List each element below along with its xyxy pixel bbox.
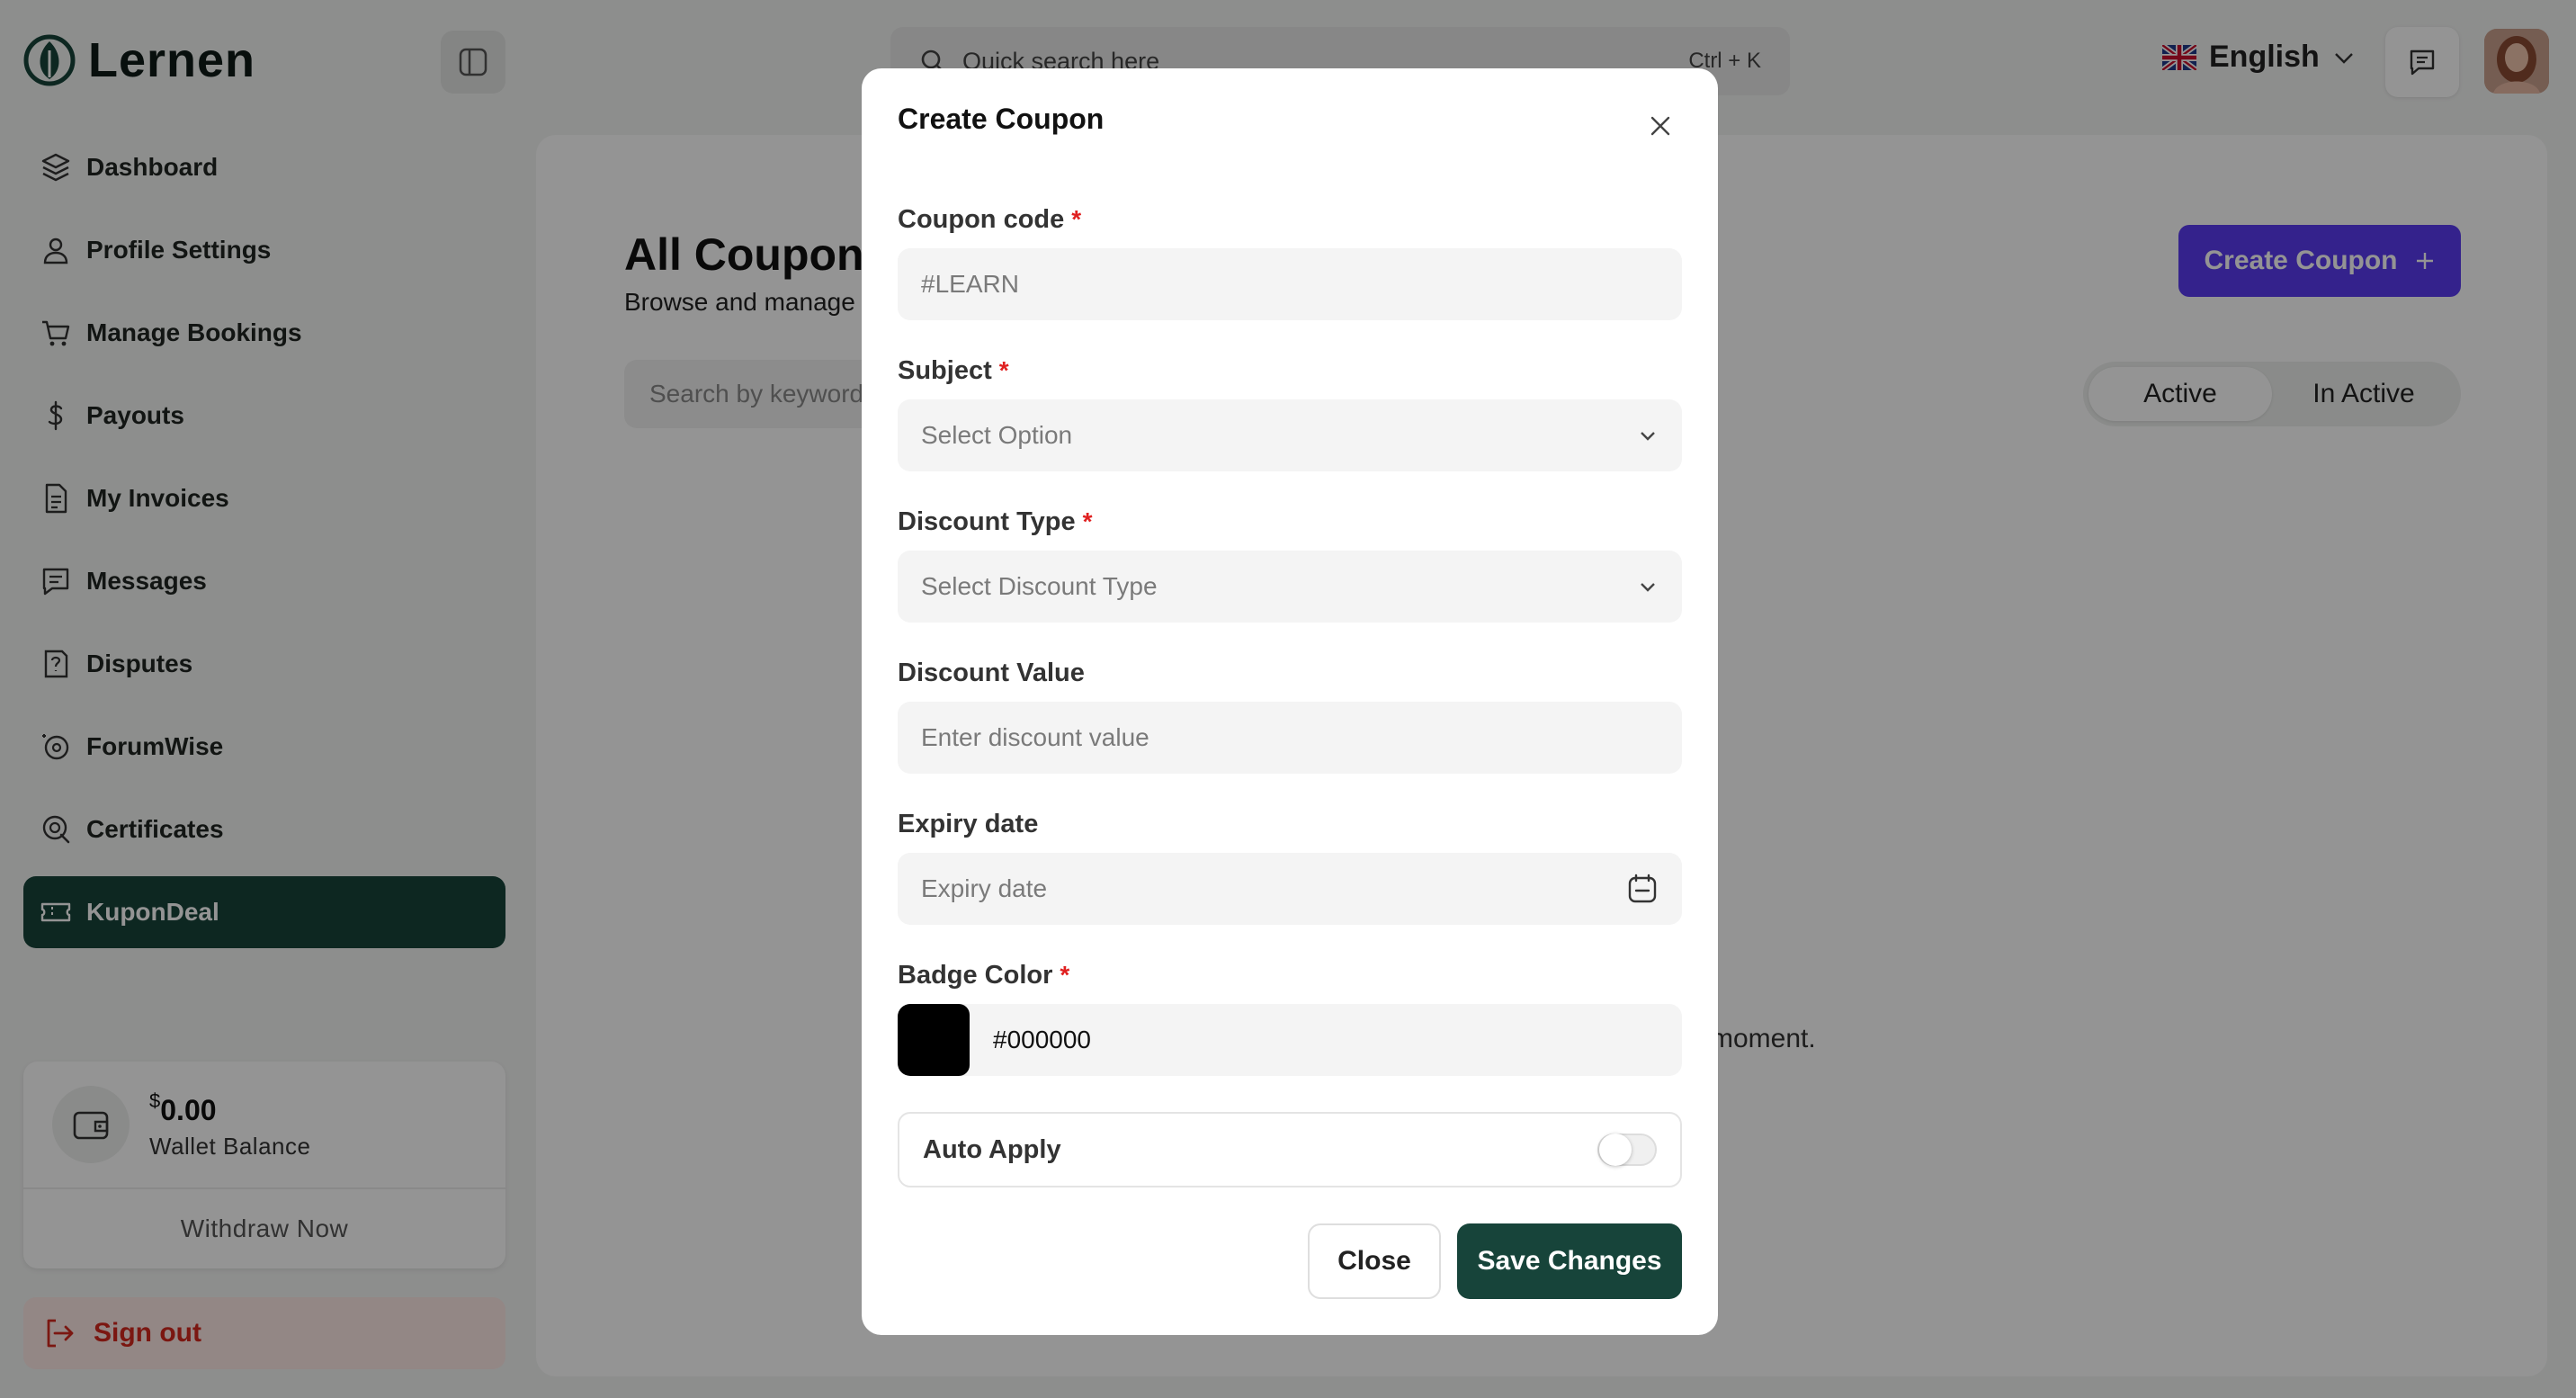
discount-value-input[interactable]: Enter discount value xyxy=(898,702,1682,774)
required-mark: * xyxy=(1082,507,1093,535)
expiry-date-label: Expiry date xyxy=(898,810,1039,838)
calendar-icon[interactable] xyxy=(1626,873,1659,905)
expiry-date-input[interactable]: Expiry date xyxy=(898,853,1682,925)
subject-selected-value: Select Option xyxy=(921,421,1073,449)
save-changes-button[interactable]: Save Changes xyxy=(1457,1223,1682,1299)
discount-type-label: Discount Type * xyxy=(898,507,1093,536)
discount-value-label: Discount Value xyxy=(898,659,1085,687)
close-icon xyxy=(1650,116,1670,136)
discount-value-placeholder: Enter discount value xyxy=(921,723,1149,751)
subject-select[interactable]: Select Option xyxy=(898,399,1682,471)
auto-apply-row: Auto Apply xyxy=(898,1112,1682,1187)
chevron-down-icon xyxy=(1641,583,1655,592)
auto-apply-label: Auto Apply xyxy=(923,1134,1061,1164)
auto-apply-toggle[interactable] xyxy=(1597,1134,1657,1166)
create-coupon-modal: Create Coupon Coupon code * #LEARN Subjec… xyxy=(862,68,1718,1335)
badge-color-label: Badge Color * xyxy=(898,961,1070,990)
coupon-code-placeholder: #LEARN xyxy=(921,270,1019,298)
discount-type-select[interactable]: Select Discount Type xyxy=(898,551,1682,623)
discount-type-selected-value: Select Discount Type xyxy=(921,572,1158,600)
close-button[interactable]: Close xyxy=(1308,1223,1441,1299)
subject-label: Subject * xyxy=(898,356,1009,385)
coupon-code-input[interactable]: #LEARN xyxy=(898,248,1682,320)
color-swatch[interactable] xyxy=(898,1004,970,1076)
expiry-date-placeholder: Expiry date xyxy=(921,874,1048,902)
required-mark: * xyxy=(998,356,1009,384)
required-mark: * xyxy=(1071,205,1082,233)
modal-close-button[interactable] xyxy=(1642,108,1678,144)
chevron-down-icon xyxy=(1641,432,1655,441)
modal-title: Create Coupon xyxy=(898,103,1105,135)
badge-color-input[interactable]: #000000 xyxy=(898,1004,1682,1076)
coupon-code-label: Coupon code * xyxy=(898,205,1082,234)
required-mark: * xyxy=(1060,961,1070,989)
badge-color-value: #000000 xyxy=(993,1026,1092,1053)
